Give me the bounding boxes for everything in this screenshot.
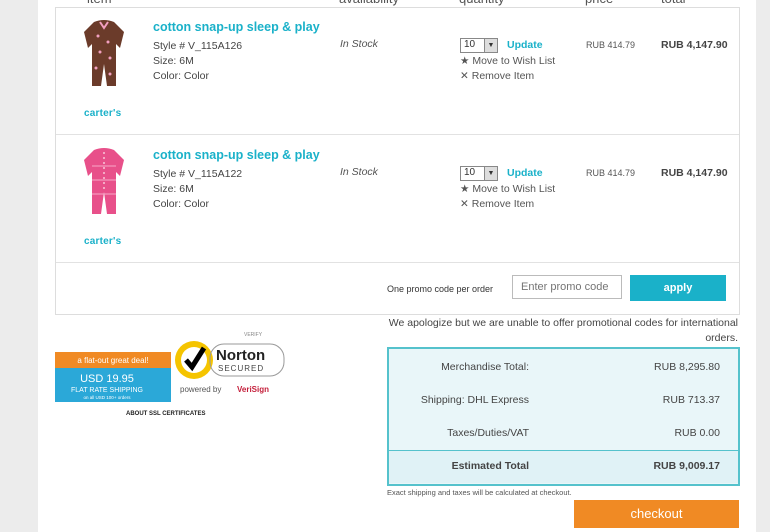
availability-status: In Stock — [340, 38, 378, 50]
product-size: Size: 6M — [153, 183, 194, 195]
update-link[interactable]: Update — [507, 167, 543, 179]
brand-logo[interactable]: carter's — [84, 108, 121, 119]
deal-price: USD 19.95 — [80, 373, 134, 385]
norton-powered-by: powered by — [180, 385, 221, 394]
summary-label: Estimated Total — [451, 460, 529, 472]
remove-item-link[interactable]: ✕ Remove Item — [460, 70, 534, 82]
update-link[interactable]: Update — [507, 39, 543, 51]
chevron-down-icon: ▼ — [484, 39, 497, 52]
cart-row: carter's cotton snap-up sleep & play Sty… — [56, 136, 739, 263]
header-item: item — [87, 0, 112, 6]
chevron-down-icon: ▼ — [484, 167, 497, 180]
summary-value: RUB 713.37 — [662, 394, 720, 406]
product-color: Color: Color — [153, 198, 210, 210]
summary-label: Merchandise Total: — [441, 361, 529, 373]
line-total: RUB 4,147.90 — [661, 39, 728, 51]
cart-row: carter's cotton snap-up sleep & play Sty… — [56, 8, 739, 135]
deal-fineprint: on all USD 100+ orders — [84, 395, 132, 400]
verisign-logo: VeriSign — [237, 385, 269, 394]
cart-table: carter's cotton snap-up sleep & play Sty… — [55, 7, 740, 315]
summary-value: RUB 8,295.80 — [654, 361, 720, 373]
flat-rate-shipping-badge[interactable]: a flat-out great deal! USD 19.95 FLAT RA… — [55, 352, 171, 402]
product-thumbnail[interactable] — [80, 18, 128, 90]
checkout-button[interactable]: checkout — [574, 500, 739, 528]
star-icon: ★ — [460, 183, 470, 195]
unit-price: RUB 414.79 — [586, 40, 636, 50]
product-size: Size: 6M — [153, 55, 194, 67]
summary-row-merchandise: Merchandise Total: RUB 8,295.80 — [389, 352, 738, 384]
promo-code-label: One promo code per order — [387, 284, 494, 294]
move-to-wishlist-link[interactable]: ★ Move to Wish List — [460, 55, 555, 67]
summary-row-estimated-total: Estimated Total RUB 9,009.17 — [389, 450, 738, 483]
close-icon: ✕ — [460, 70, 469, 82]
close-icon: ✕ — [460, 198, 469, 210]
norton-verify-text: VERIFY — [244, 332, 263, 338]
line-total: RUB 4,147.90 — [661, 167, 728, 179]
quantity-select[interactable]: 10 ▼ — [460, 38, 498, 53]
header-availability: availability — [339, 0, 399, 6]
product-thumbnail[interactable] — [80, 146, 128, 218]
product-color: Color: Color — [153, 70, 210, 82]
quantity-select[interactable]: 10 ▼ — [460, 166, 498, 181]
summary-label: Shipping: DHL Express — [420, 394, 529, 406]
product-style: Style # V_115A126 — [153, 40, 243, 52]
wishlist-label: Move to Wish List — [472, 55, 556, 67]
brand-logo[interactable]: carter's — [84, 236, 121, 247]
about-ssl-link[interactable]: ABOUT SSL CERTIFICATES — [126, 411, 205, 417]
star-icon: ★ — [460, 55, 470, 67]
header-price: price — [585, 0, 613, 6]
norton-name: Norton — [216, 347, 265, 364]
quantity-value: 10 — [464, 39, 476, 50]
summary-value: RUB 0.00 — [674, 427, 720, 439]
apply-promo-button[interactable]: apply — [630, 275, 726, 301]
unit-price: RUB 414.79 — [586, 168, 636, 178]
deal-subline: FLAT RATE SHIPPING — [71, 387, 143, 394]
promo-code-input[interactable] — [512, 275, 622, 299]
product-name-link[interactable]: cotton snap-up sleep & play — [153, 20, 320, 34]
order-summary: Merchandise Total: RUB 8,295.80 Shipping… — [387, 347, 740, 486]
summary-row-shipping: Shipping: DHL Express RUB 713.37 — [389, 385, 738, 417]
deal-headline: a flat-out great deal! — [77, 356, 148, 365]
remove-label: Remove Item — [471, 70, 535, 82]
summary-label: Taxes/Duties/VAT — [447, 427, 529, 439]
availability-status: In Stock — [340, 166, 378, 178]
move-to-wishlist-link[interactable]: ★ Move to Wish List — [460, 183, 555, 195]
summary-row-taxes: Taxes/Duties/VAT RUB 0.00 — [389, 418, 738, 450]
shipping-note: Exact shipping and taxes will be calcula… — [387, 488, 572, 497]
norton-secured-text: SECURED — [218, 364, 264, 373]
norton-secured-seal[interactable]: VERIFY Norton SECURED powered by VeriSig… — [172, 330, 290, 400]
wishlist-label: Move to Wish List — [472, 183, 556, 195]
remove-label: Remove Item — [471, 198, 535, 210]
product-style: Style # V_115A122 — [153, 168, 243, 180]
header-total: total — [661, 0, 686, 6]
remove-item-link[interactable]: ✕ Remove Item — [460, 198, 534, 210]
summary-value: RUB 9,009.17 — [653, 460, 720, 472]
product-name-link[interactable]: cotton snap-up sleep & play — [153, 148, 320, 162]
quantity-value: 10 — [464, 167, 476, 178]
promo-apology-text: We apologize but we are unable to offer … — [388, 317, 738, 344]
header-quantity: quantity — [459, 0, 505, 6]
